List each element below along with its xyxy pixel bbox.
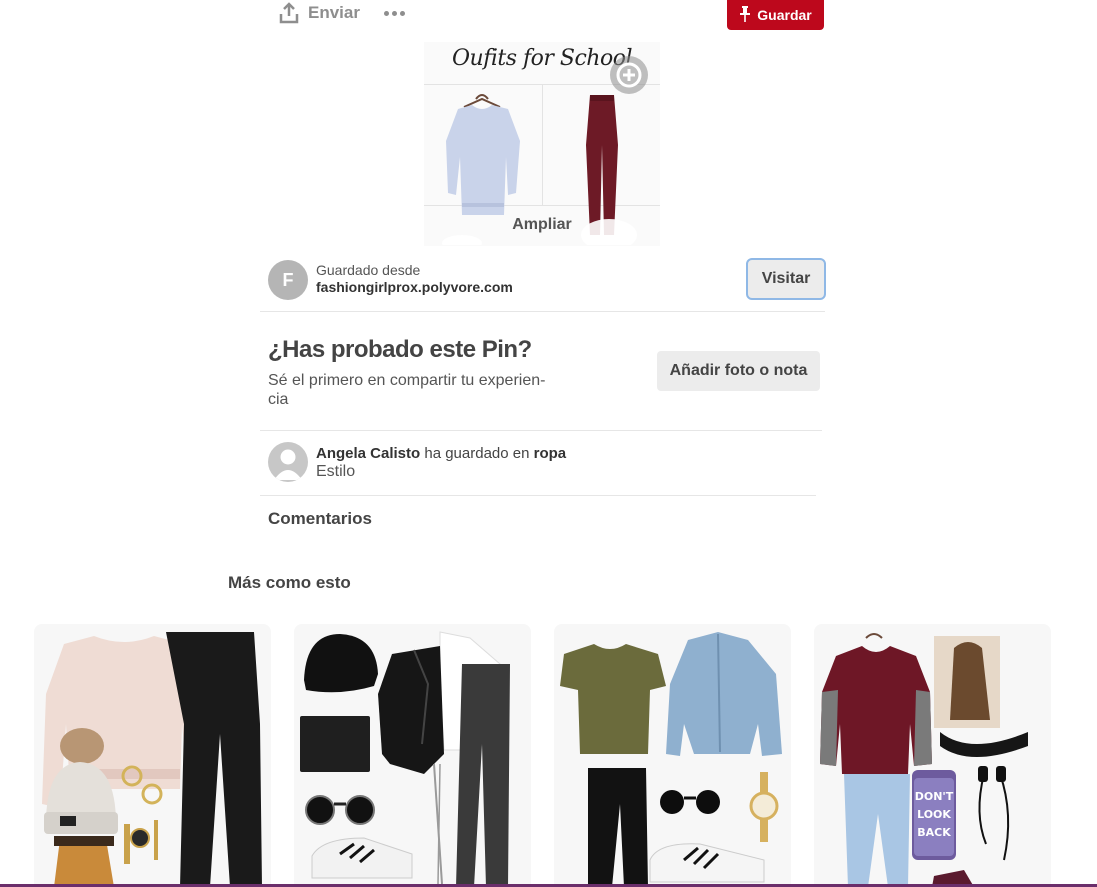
outfit-thumbnail	[42, 632, 262, 887]
add-photo-note-button[interactable]: Añadir foto o nota	[657, 351, 820, 391]
zoom-icon[interactable]	[610, 56, 648, 94]
outfit-card-1[interactable]	[34, 624, 271, 887]
tried-pin-title: ¿Has probado este Pin?	[268, 336, 532, 363]
divider	[260, 495, 816, 496]
send-button[interactable]: Enviar	[278, 0, 360, 26]
outfit-thumbnail	[300, 631, 510, 887]
divider	[260, 311, 825, 312]
phone-case-text: DON'T LOOK BACK	[915, 790, 954, 839]
share-icon	[278, 2, 300, 24]
board-name-link[interactable]: ropa	[534, 445, 567, 462]
source-avatar[interactable]: F	[268, 260, 308, 300]
pin-action-bar: Enviar Guardar	[0, 0, 1097, 36]
pin-icon	[739, 5, 751, 25]
user-silhouette-icon	[274, 449, 302, 480]
send-label: Enviar	[308, 3, 360, 22]
source-label: Guardado desde	[316, 262, 421, 278]
expand-button[interactable]: Ampliar	[424, 216, 660, 234]
ellipsis-icon	[384, 10, 389, 16]
saver-line: Angela Calisto ha guardado en ropa	[316, 445, 566, 462]
divider	[260, 430, 822, 431]
pin-image[interactable]: Oufits for School Ampliar	[424, 42, 660, 246]
source-section: F Guardado desde fashiongirlprox.polyvor…	[268, 258, 828, 302]
outfit-card-2[interactable]	[294, 624, 531, 887]
outfit-thumbnail: DON'T LOOK BACK	[820, 633, 1028, 887]
more-options-button[interactable]	[384, 2, 405, 24]
save-label: Guardar	[757, 7, 812, 23]
saver-action: ha guardado en	[424, 445, 530, 462]
comments-heading[interactable]: Comentarios	[268, 509, 372, 529]
more-like-this-heading: Más como esto	[228, 573, 351, 592]
source-domain-link[interactable]: fashiongirlprox.polyvore.com	[316, 279, 513, 295]
outfit-thumbnail	[560, 632, 782, 887]
saver-name-link[interactable]: Angela Calisto	[316, 445, 420, 462]
pin-description: Estilo	[316, 463, 356, 480]
outfit-card-3[interactable]	[554, 624, 791, 887]
saver-section: Angela Calisto ha guardado en ropa Estil…	[268, 442, 828, 484]
user-avatar[interactable]	[268, 442, 308, 482]
outfit-card-4[interactable]: DON'T LOOK BACK	[814, 624, 1051, 887]
tried-pin-subtitle: Sé el primero en compartir tu experien-c…	[268, 372, 546, 408]
save-button[interactable]: Guardar	[727, 0, 824, 30]
visit-button[interactable]: Visitar	[746, 258, 826, 300]
